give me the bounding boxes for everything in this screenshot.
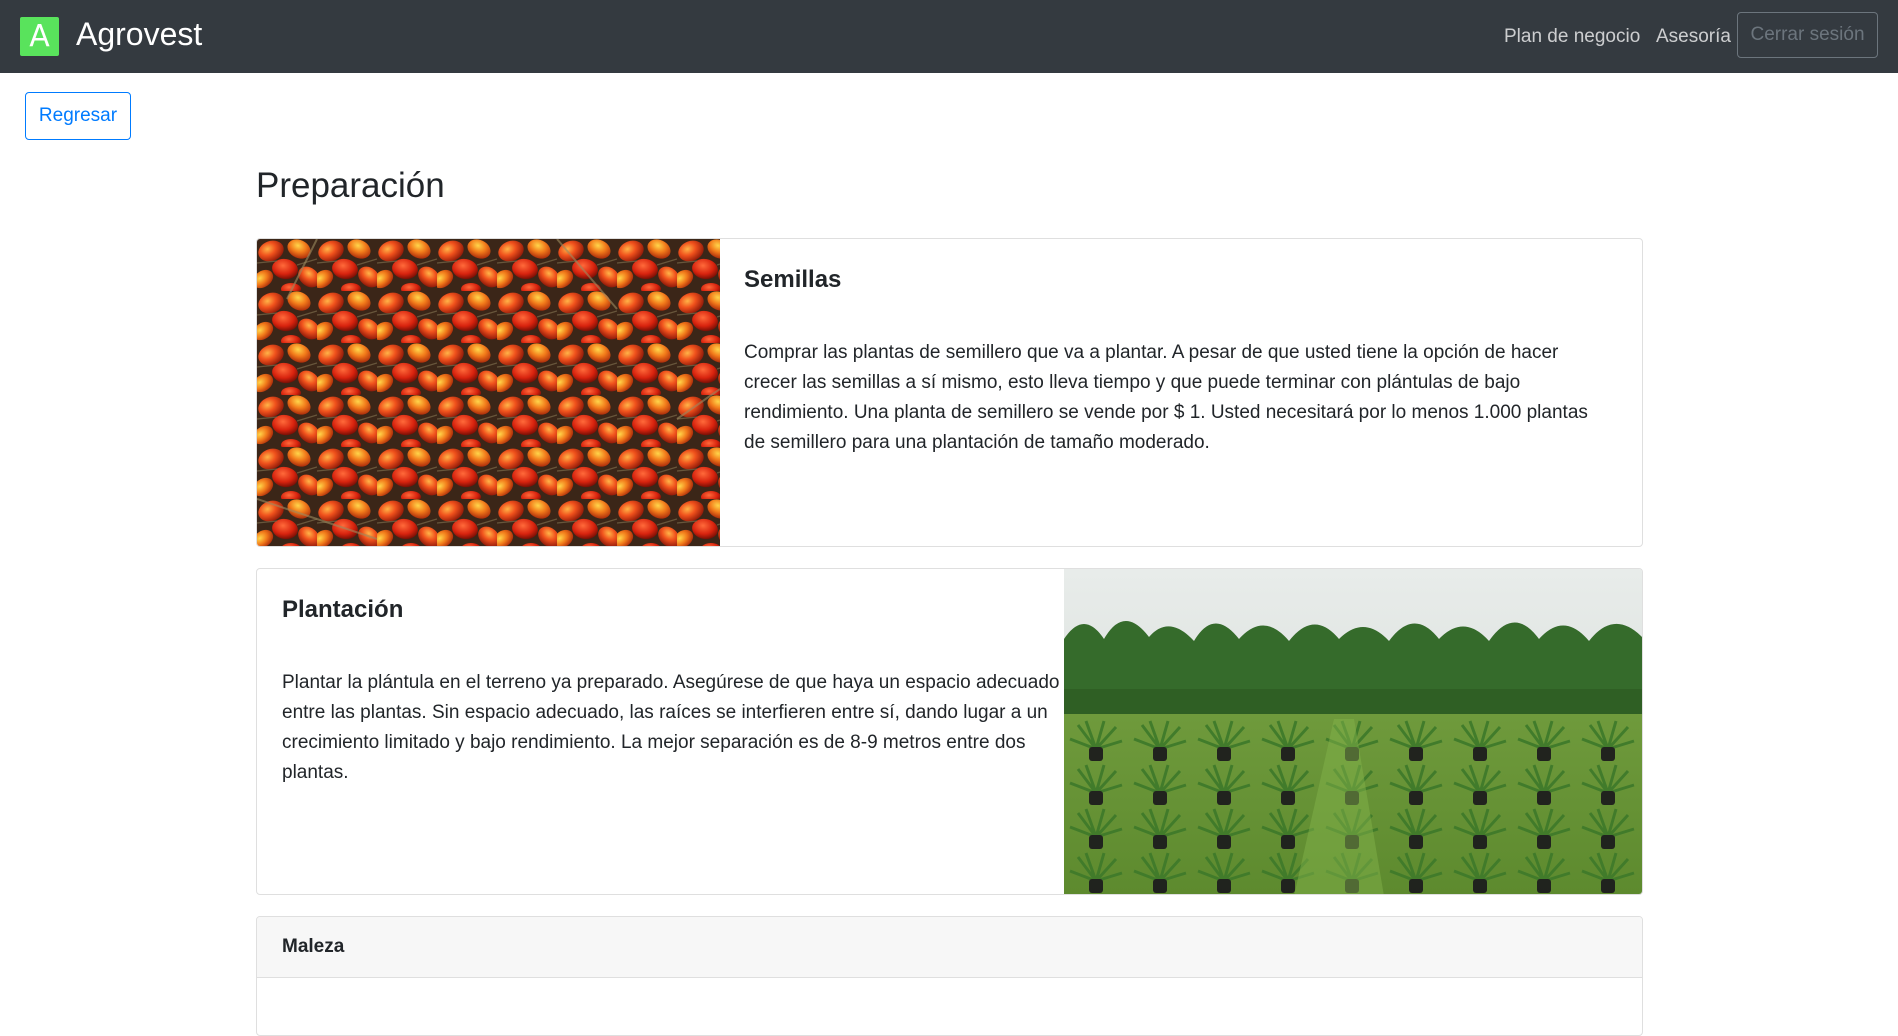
card-header-title: Maleza: [282, 936, 345, 957]
card-text: Plantar la plántula en el terreno ya pre…: [282, 672, 1060, 783]
card-text: Comprar las plantas de semillero que va …: [744, 342, 1588, 453]
card-semillas: Semillas Comprar las plantas de semiller…: [256, 238, 1643, 547]
palm-fruits-image: [257, 239, 720, 546]
back-button[interactable]: Regresar: [25, 92, 131, 140]
card-title: Semillas: [744, 266, 842, 293]
nav-link-asesoria[interactable]: Asesoría: [1656, 25, 1731, 49]
card-maleza: Maleza: [256, 916, 1643, 1036]
page-title: Preparación: [256, 166, 445, 205]
brand-name[interactable]: Agrovest: [76, 14, 202, 54]
brand-logo-icon[interactable]: A: [20, 17, 59, 56]
card-title: Plantación: [282, 596, 404, 623]
top-navbar: A Agrovest Plan de negocio Asesoría Cerr…: [0, 0, 1898, 73]
card-plantacion: Plantación Plantar la plántula en el ter…: [256, 568, 1643, 895]
nav-link-plan-de-negocio[interactable]: Plan de negocio: [1504, 25, 1640, 49]
logout-button[interactable]: Cerrar sesión: [1737, 12, 1878, 58]
card-maleza-header: Maleza: [257, 917, 1642, 978]
palm-plantation-image: [1064, 569, 1642, 894]
